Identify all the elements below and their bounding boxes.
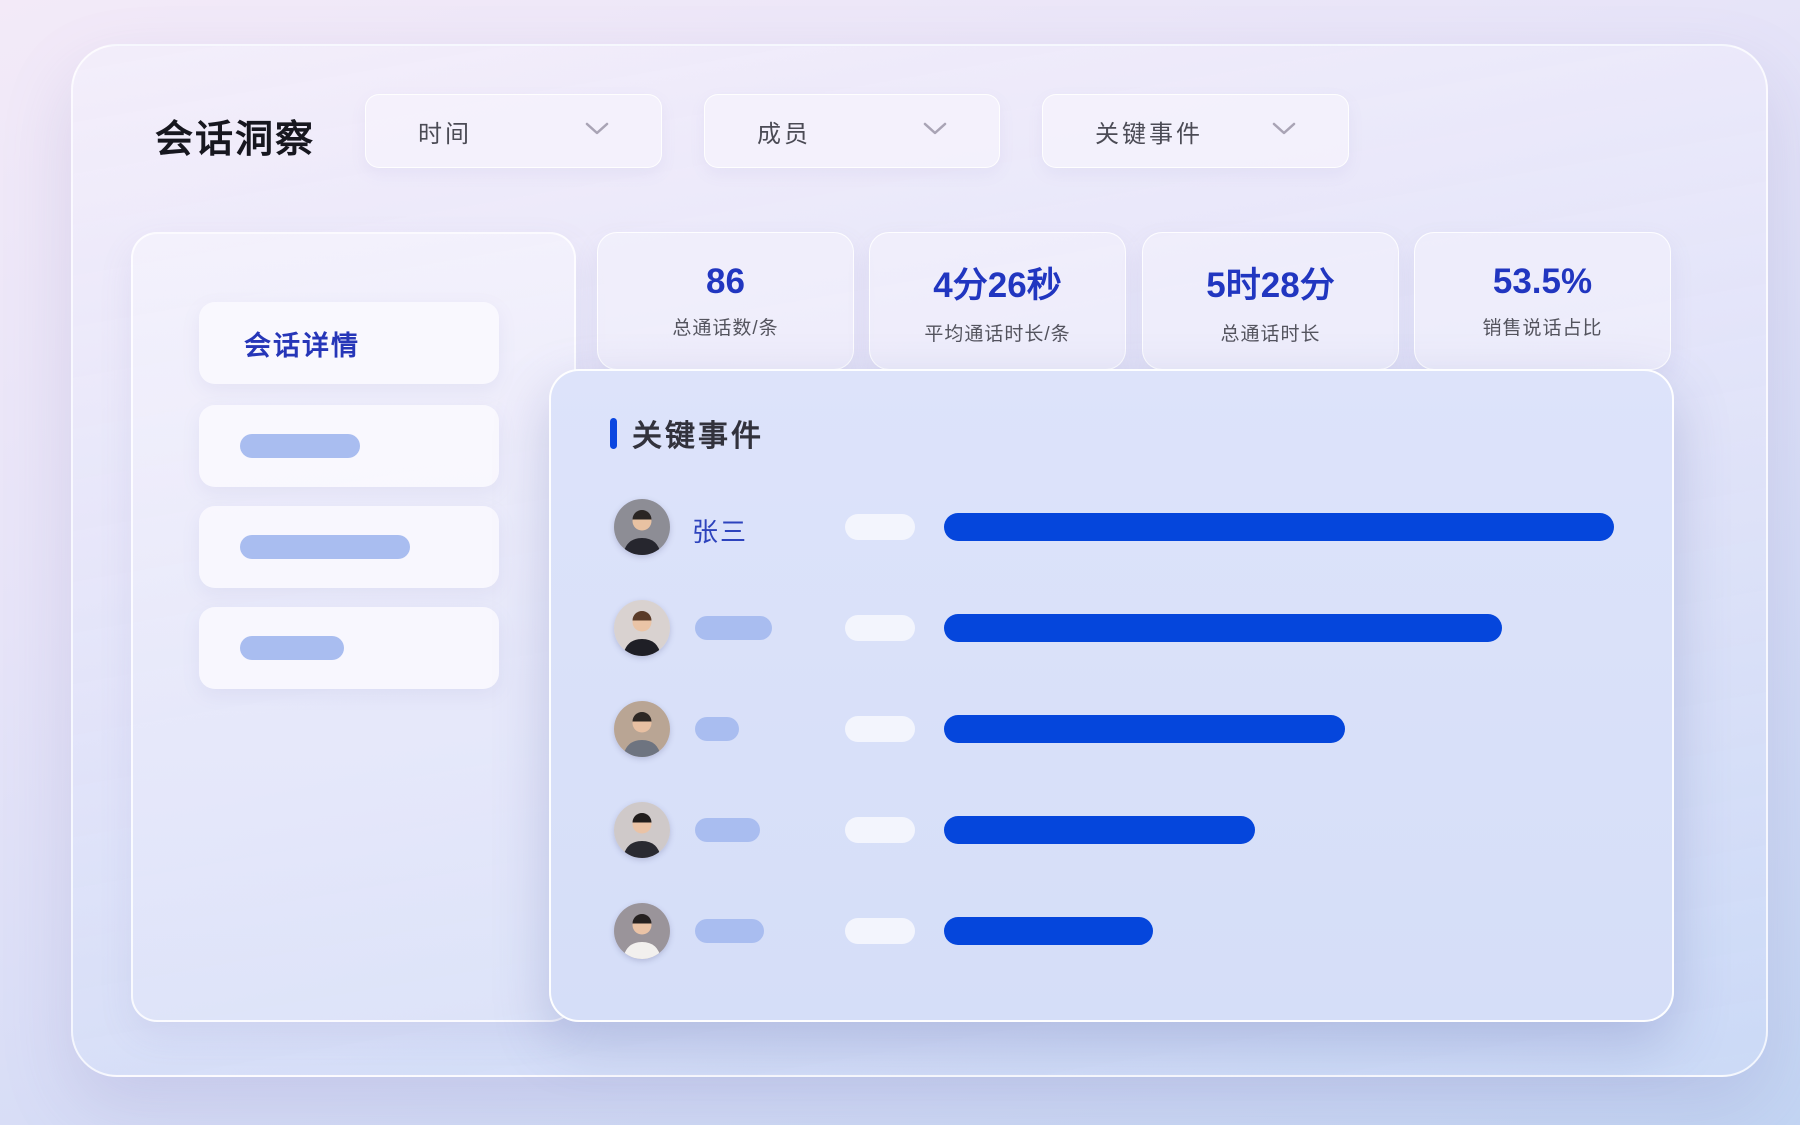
event-count-pill [845,615,915,641]
member-row [551,903,1672,959]
stat-card-avg-duration: 4分26秒 平均通话时长/条 [869,232,1126,370]
key-events-title: 关键事件 [632,411,764,455]
avatar [614,499,670,555]
avatar [614,701,670,757]
member-row: 张三 [551,499,1672,555]
chevron-down-icon [923,122,947,140]
key-events-header: 关键事件 [610,411,764,455]
stat-card-total-calls: 86 总通话数/条 [597,232,854,370]
stat-value: 5时28分 [1206,257,1334,308]
filter-dropdown-key-events-label: 关键事件 [1095,114,1203,149]
sidebar-item-conversation-detail[interactable]: 会话详情 [199,302,499,384]
event-bar [944,715,1345,743]
avatar [614,802,670,858]
stat-value: 53.5% [1493,262,1592,302]
event-count-pill [845,817,915,843]
event-count-pill [845,514,915,540]
sidebar-item-placeholder[interactable] [199,607,499,689]
conversation-list-panel: 会话详情 [131,232,576,1022]
stat-label: 销售说话占比 [1482,313,1602,340]
event-bar [944,816,1255,844]
stat-card-total-duration: 5时28分 总通话时长 [1142,232,1399,370]
event-bar [944,513,1614,541]
sidebar-item-placeholder[interactable] [199,405,499,487]
sidebar-item-placeholder[interactable] [199,506,499,588]
event-bar [944,917,1153,945]
event-count-pill [845,716,915,742]
title-accent-marker [610,418,617,449]
avatar [614,600,670,656]
text-placeholder-pill [240,636,344,660]
text-placeholder-pill [240,434,360,458]
avatar [614,903,670,959]
page-title: 会话洞察 [155,108,315,163]
stat-label: 总通话数/条 [672,313,778,340]
member-row [551,701,1672,757]
member-name[interactable]: 张三 [692,512,748,549]
filter-dropdown-time-label: 时间 [418,114,472,149]
stat-value: 86 [706,262,745,302]
filter-dropdown-time[interactable]: 时间 [365,94,662,168]
member-name-placeholder [695,919,764,943]
member-row [551,600,1672,656]
key-events-card: 关键事件 张三 [549,369,1674,1022]
member-row [551,802,1672,858]
chevron-down-icon [1272,122,1296,140]
stat-card-talk-ratio: 53.5% 销售说话占比 [1414,232,1671,370]
chevron-down-icon [585,122,609,140]
member-name-placeholder [695,616,772,640]
member-name-placeholder [695,818,760,842]
filter-dropdown-member[interactable]: 成员 [704,94,1000,168]
member-name-placeholder [695,717,739,741]
event-count-pill [845,918,915,944]
stat-label: 总通话时长 [1220,319,1320,346]
stat-value: 4分26秒 [933,257,1061,308]
stat-label: 平均通话时长/条 [924,319,1070,346]
sidebar-item-label: 会话详情 [244,324,360,363]
filter-dropdown-key-events[interactable]: 关键事件 [1042,94,1349,168]
event-bar [944,614,1502,642]
filter-dropdown-member-label: 成员 [757,114,811,149]
text-placeholder-pill [240,535,410,559]
